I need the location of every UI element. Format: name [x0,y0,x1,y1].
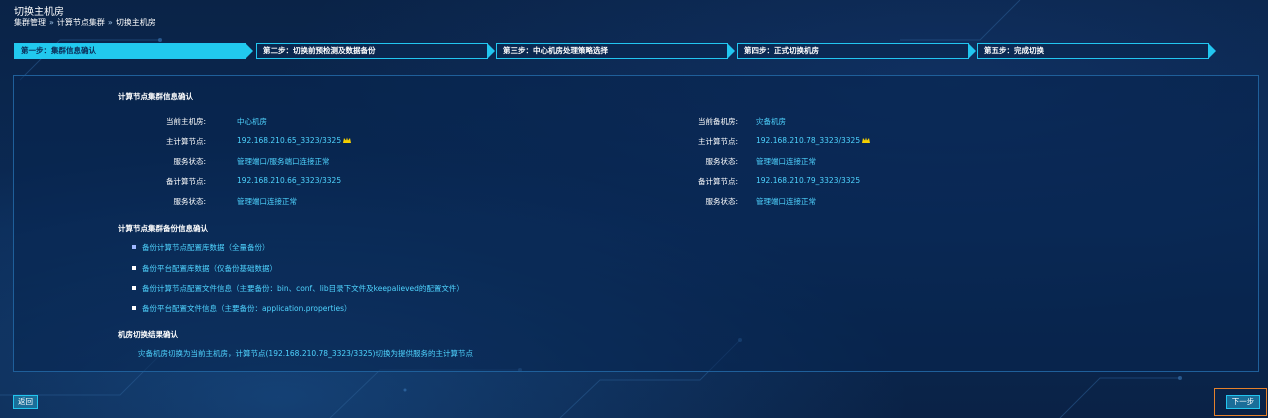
step-4-switch: 第四步：正式切换机房 [737,43,976,59]
master-node-value: 192.168.210.65_3323/3325 [237,136,352,145]
current-backup-room-value: 灾备机房 [756,117,786,126]
step-label: 第三步：中心机房处理策略选择 [503,46,608,55]
bullet-icon [132,306,136,310]
bullet-icon [132,266,136,270]
backup-status-value: 管理端口连接正常 [237,197,297,206]
backup-item-text: 备份平台配置库数据（仅备份基础数据） [142,264,277,273]
step-label: 第一步：集群信息确认 [21,46,96,55]
breadcrumb: 集群管理» 计算节点集群» 切换主机房 [14,17,156,28]
current-master-room-label: 当前主机房: [165,117,206,126]
bullet-icon [132,286,136,290]
backup-node-label: 备计算节点: [165,177,206,186]
step-label: 第五步：完成切换 [984,46,1044,55]
step-label: 第四步：正式切换机房 [744,46,819,55]
step-arrow-icon [487,43,495,59]
dr-backup-node-value: 192.168.210.79_3323/3325 [756,176,861,185]
breadcrumb-separator: » [49,18,54,27]
breadcrumb-separator: » [107,18,113,27]
master-status-value: 管理端口/服务端口连接正常 [237,157,330,166]
dr-backup-status-value: 管理端口连接正常 [756,197,816,206]
dr-master-node-value: 192.168.210.78_3323/3325 [756,136,871,145]
current-backup-room-label: 当前备机房: [697,117,738,126]
dr-master-node-address: 192.168.210.78_3323/3325 [756,136,861,145]
backup-item: 备份平台配置文件信息（主要备份：application.properties） [132,303,352,314]
breadcrumb-current: 切换主机房 [115,18,156,27]
backup-item: 备份计算节点配置文件信息（主要备份：bin、conf、lib目录下文件及keep… [132,283,464,294]
backup-item: 备份平台配置库数据（仅备份基础数据） [132,263,277,274]
current-master-room-value: 中心机房 [237,117,267,126]
result-text: 灾备机房切换为当前主机房，计算节点(192.168.210.78_3323/33… [138,349,473,358]
backup-info-title: 计算节点集群备份信息确认 [118,224,208,233]
backup-item-text: 备份计算节点配置文件信息（主要备份：bin、conf、lib目录下文件及keep… [142,284,464,293]
dr-master-status-label: 服务状态: [705,157,738,166]
step-2-precheck-backup: 第二步：切换前预检测及数据备份 [256,43,495,59]
step-arrow-icon [1208,43,1216,59]
bullet-icon [132,245,136,249]
crown-icon [862,137,871,143]
dr-master-node-label: 主计算节点: [697,137,738,146]
next-button[interactable]: 下一步 [1226,395,1260,409]
step-1-cluster-info: 第一步：集群信息确认 [14,43,253,59]
page-title: 切换主机房 [14,7,64,18]
breadcrumb-compute-node-cluster[interactable]: 计算节点集群 [57,18,105,27]
dr-master-status-value: 管理端口连接正常 [756,157,816,166]
result-title: 机房切换结果确认 [118,330,178,339]
crown-icon [343,137,352,143]
backup-item-text: 备份计算节点配置库数据（全量备份） [142,243,270,252]
backup-item-text: 备份平台配置文件信息（主要备份：application.properties） [142,304,352,313]
dr-backup-status-label: 服务状态: [705,197,738,206]
step-arrow-icon [727,43,735,59]
master-node-address: 192.168.210.65_3323/3325 [237,136,342,145]
master-node-label: 主计算节点: [165,137,206,146]
step-label: 第二步：切换前预检测及数据备份 [263,46,376,55]
master-status-label: 服务状态: [173,157,206,166]
dr-backup-node-label: 备计算节点: [697,177,738,186]
step-arrow-icon [245,43,253,59]
step-arrow-icon [968,43,976,59]
step-3-strategy: 第三步：中心机房处理策略选择 [496,43,735,59]
back-button[interactable]: 返回 [13,395,38,409]
breadcrumb-cluster-management[interactable]: 集群管理 [14,18,46,27]
backup-status-label: 服务状态: [173,197,206,206]
step-5-complete: 第五步：完成切换 [977,43,1216,59]
backup-item: 备份计算节点配置库数据（全量备份） [132,242,270,253]
backup-node-value: 192.168.210.66_3323/3325 [237,176,342,185]
cluster-info-title: 计算节点集群信息确认 [118,92,193,101]
